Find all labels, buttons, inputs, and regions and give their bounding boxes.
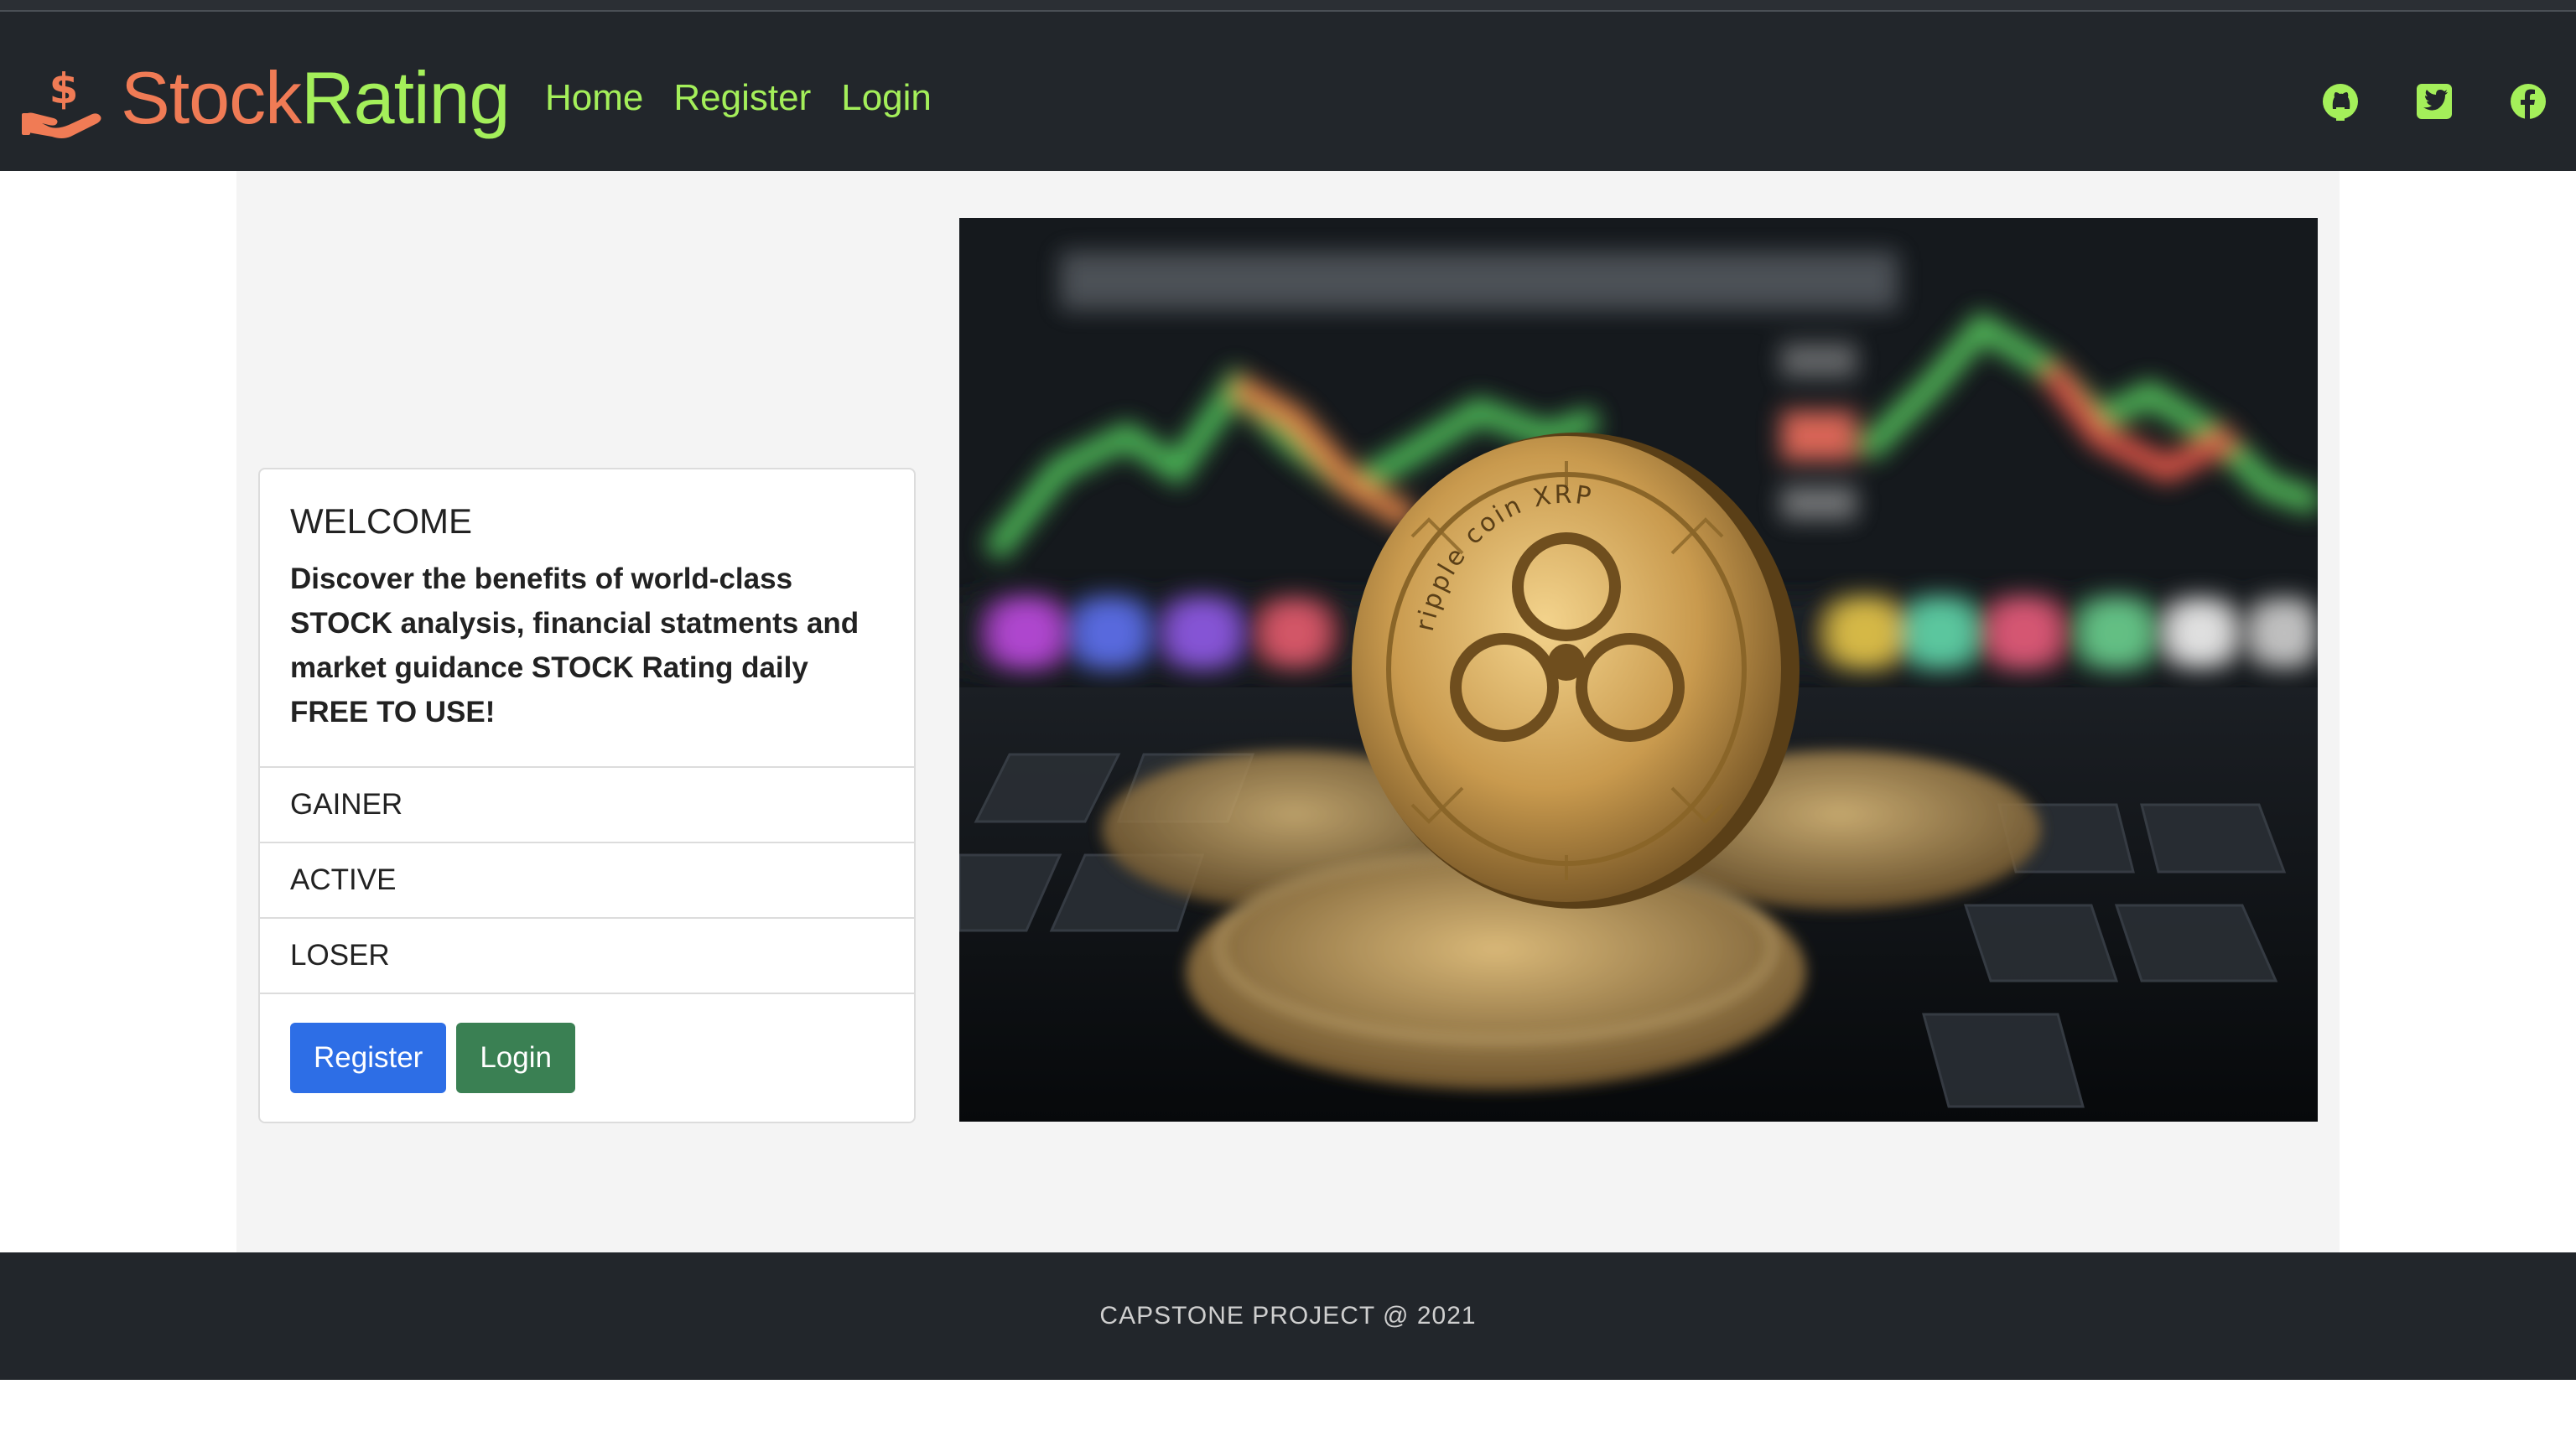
welcome-card-body: WELCOME Discover the benefits of world-c… [260, 469, 914, 768]
list-item-gainer[interactable]: GAINER [260, 768, 914, 843]
login-button[interactable]: Login [456, 1023, 575, 1093]
brand-logo[interactable]: $ StockRating [20, 52, 510, 144]
svg-text:$: $ [49, 65, 79, 113]
navbar: $ StockRating Home Register Login [0, 12, 2576, 171]
nav-login-link[interactable]: Login [841, 77, 932, 119]
brand-name-part2: Rating [301, 56, 510, 139]
welcome-description: Discover the benefits of world-class STO… [290, 562, 860, 728]
crypto-coin-illustration: ripple coin XRP [959, 218, 2318, 1122]
hand-dollar-icon: $ [22, 65, 101, 138]
xrp-coin: ripple coin XRP [1352, 433, 1800, 909]
list-item-active[interactable]: ACTIVE [260, 843, 914, 919]
footer: CAPSTONE PROJECT @ 2021 [0, 1252, 2576, 1380]
nav-register-link[interactable]: Register [673, 77, 811, 119]
nav-links: Home Register Login [545, 77, 932, 119]
main-container: WELCOME Discover the benefits of world-c… [236, 171, 2340, 1252]
browser-top-edge [0, 0, 2576, 12]
github-icon[interactable] [2321, 82, 2360, 121]
footer-text: CAPSTONE PROJECT @ 2021 [1099, 1302, 1477, 1330]
welcome-title: WELCOME [290, 501, 473, 541]
list-item-loser[interactable]: LOSER [260, 919, 914, 994]
card-actions: Register Login [260, 994, 914, 1122]
nav-home-link[interactable]: Home [545, 77, 643, 119]
brand-name-part1: Stock [121, 56, 302, 139]
twitter-icon[interactable] [2415, 82, 2454, 121]
register-button[interactable]: Register [290, 1023, 447, 1093]
brand-name: StockRating [121, 55, 510, 141]
welcome-card: WELCOME Discover the benefits of world-c… [258, 468, 916, 1123]
hero-image: ripple coin XRP [959, 218, 2318, 1122]
facebook-icon[interactable] [2509, 82, 2547, 121]
